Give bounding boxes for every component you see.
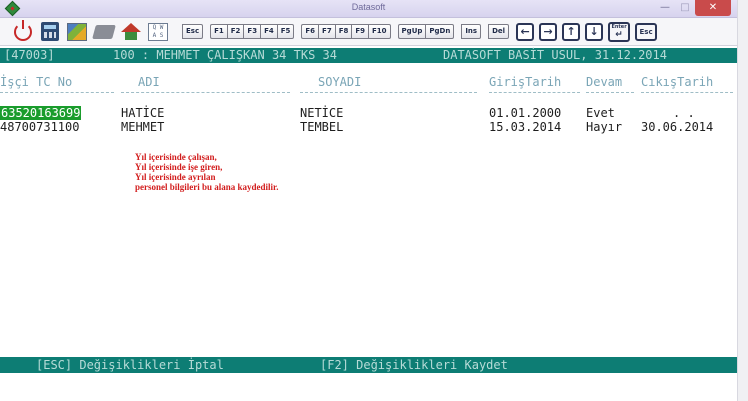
arrow-up-icon[interactable]: ↑ [562,22,581,41]
header-divider [586,92,634,93]
f8-key-button[interactable]: F8 [334,24,352,39]
page-keys-group: PgUp PgDn [397,24,455,39]
column-header-status: Devam [586,75,623,89]
arrow-left-icon[interactable]: ← [516,22,535,41]
calculator-icon[interactable] [39,21,61,43]
f5-key-button[interactable]: F5 [276,24,295,39]
name-cell[interactable]: HATİCE [121,106,164,120]
f7-key-button[interactable]: F7 [318,24,335,39]
surname-cell[interactable]: NETİCE [300,106,343,120]
header-divider [0,92,114,93]
window-title: Datasoft [351,2,386,12]
bottom-status-bar: [ESC] Değişiklikleri İptal [F2] Değişikl… [0,357,737,373]
enter-key-button[interactable]: Enter ↵ [608,21,631,42]
f6-key-button[interactable]: F6 [301,24,319,39]
note-line: Yıl içerisinde ayrılan [135,172,216,182]
note-line: personel bilgileri bu alana kaydedilir. [135,182,279,192]
top-status-bar: [47003] 100 : MEHMET ÇALIŞKAN 34 TKS 34 … [0,48,737,63]
tc-number-cell[interactable]: 63520163699 [0,106,82,120]
note-line: Yıl içerisinde çalışan, [135,152,217,162]
column-header-start-date: GirişTarih [489,75,562,89]
f3-key-button[interactable]: F3 [243,24,261,39]
function-keys-group-1: F1 F2 F3 F4 F5 [210,24,295,39]
arrow-right-icon[interactable]: → [539,22,558,41]
column-header-end-date: CıkışTarih [641,75,714,89]
save-changes-hint[interactable]: [F2] Değişiklikleri Kaydet [320,357,508,373]
window-edge [737,0,748,401]
header-divider [641,92,733,93]
esc-exit-button[interactable]: Esc [635,22,658,41]
minimize-button[interactable]: — [655,0,675,16]
window-controls: — □ ✕ [655,0,731,18]
window-title-bar: Datasoft — □ ✕ [0,0,737,18]
del-key-button[interactable]: Del [488,24,510,39]
f10-key-button[interactable]: F10 [368,24,391,39]
column-header-tc: İşçi TC No [0,75,73,89]
status-cell[interactable]: Evet [586,106,615,120]
end-date-cell[interactable]: . . [673,106,695,120]
start-date-cell[interactable]: 15.03.2014 [489,120,561,134]
maximize-button[interactable]: □ [675,0,695,16]
tc-number-cell[interactable]: 48700731100 [0,120,79,134]
start-date-cell[interactable]: 01.01.2000 [489,106,561,120]
grid-icon-text: Q W A S [148,22,168,41]
end-date-cell[interactable]: 30.06.2014 [641,120,713,134]
enter-arrow-icon: ↵ [615,29,623,40]
f9-key-button[interactable]: F9 [351,24,369,39]
column-header-name: ADI [138,75,160,89]
header-divider [489,92,580,93]
close-button[interactable]: ✕ [695,0,731,16]
column-header-surname: SOYADI [318,75,362,89]
function-keys-group-2: F6 F7 F8 F9 F10 [301,24,391,39]
home-icon[interactable] [120,21,142,43]
header-divider [300,92,477,93]
record-code: [47003] [4,48,55,62]
pgdn-key-button[interactable]: PgDn [425,24,455,39]
surname-cell[interactable]: TEMBEL [300,120,343,134]
ins-key-button[interactable]: Ins [461,24,482,39]
info-note: Yıl içerisinde çalışan, Yıl içerisinde i… [135,152,278,192]
pgup-key-button[interactable]: PgUp [397,24,426,39]
grid-icon[interactable]: Q W A S [147,21,169,43]
status-cell[interactable]: Hayır [586,120,622,134]
folder-icon[interactable] [92,21,116,43]
f1-key-button[interactable]: F1 [210,24,227,39]
spreadsheet-icon[interactable] [66,21,88,43]
esc-key-button[interactable]: Esc [182,24,204,39]
f4-key-button[interactable]: F4 [260,24,277,39]
f2-key-button[interactable]: F2 [226,24,244,39]
note-line: Yıl içerisinde işe giren, [135,162,223,172]
power-icon[interactable] [12,19,34,43]
header-divider [121,92,290,93]
name-cell[interactable]: MEHMET [121,120,164,134]
cancel-changes-hint[interactable]: [ESC] Değişiklikleri İptal [36,357,224,373]
toolbar: Q W A S Esc F1 F2 F3 F4 F5 F6 F7 F8 F9 F… [0,18,737,46]
company-info: 100 : MEHMET ÇALIŞKAN 34 TKS 34 [113,48,337,62]
arrow-down-icon[interactable]: ↓ [585,22,604,41]
program-info: DATASOFT BASİT USUL, 31.12.2014 [443,48,667,62]
